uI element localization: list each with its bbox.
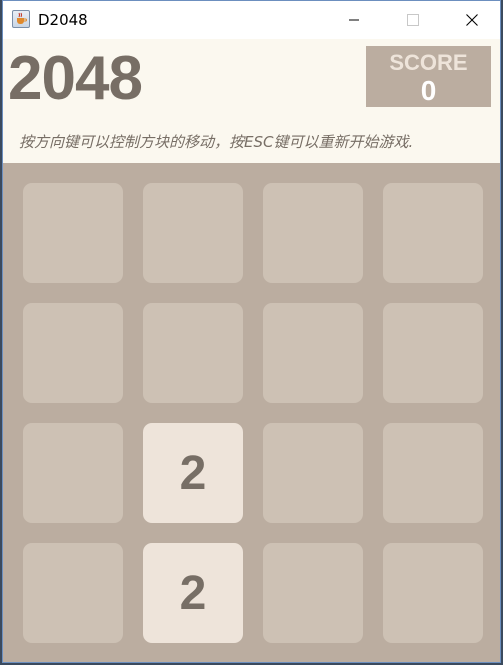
tile-r4-c4 [383,543,483,643]
game-board[interactable]: 2 2 [3,163,500,662]
tile-r3-c4 [383,423,483,523]
java-cup-icon [12,10,30,28]
window-title: D2048 [38,11,88,29]
score-value: 0 [420,75,437,106]
score-box: SCORE 0 [366,46,491,107]
minimize-icon [349,19,359,21]
tile-r2-c2 [143,303,243,403]
tile-r4-c3 [263,543,363,643]
tile-r3-c2: 2 [143,423,243,523]
game-title: 2048 [8,44,143,113]
maximize-button[interactable] [390,1,436,39]
tile-r4-c1 [23,543,123,643]
minimize-button[interactable] [331,1,377,39]
tile-r1-c1 [23,183,123,283]
tile-r1-c4 [383,183,483,283]
title-bar[interactable]: D2048 [3,1,500,39]
tile-r1-c3 [263,183,363,283]
tile-r2-c1 [23,303,123,403]
tile-r2-c4 [383,303,483,403]
tile-r3-c3 [263,423,363,523]
close-button[interactable] [449,1,495,39]
tile-r4-c2: 2 [143,543,243,643]
score-label: SCORE [389,50,468,75]
tile-r2-c3 [263,303,363,403]
maximize-icon [407,14,419,26]
tile-r1-c2 [143,183,243,283]
close-icon [466,14,478,26]
app-window: D2048 2048 SCORE 0 按方向键可以控制方块的移动，按ESC键可以… [2,0,501,663]
tile-r3-c1 [23,423,123,523]
game-header: 2048 SCORE 0 按方向键可以控制方块的移动，按ESC键可以重新开始游戏… [3,39,500,163]
instructions-text: 按方向键可以控制方块的移动，按ESC键可以重新开始游戏. [19,133,414,151]
